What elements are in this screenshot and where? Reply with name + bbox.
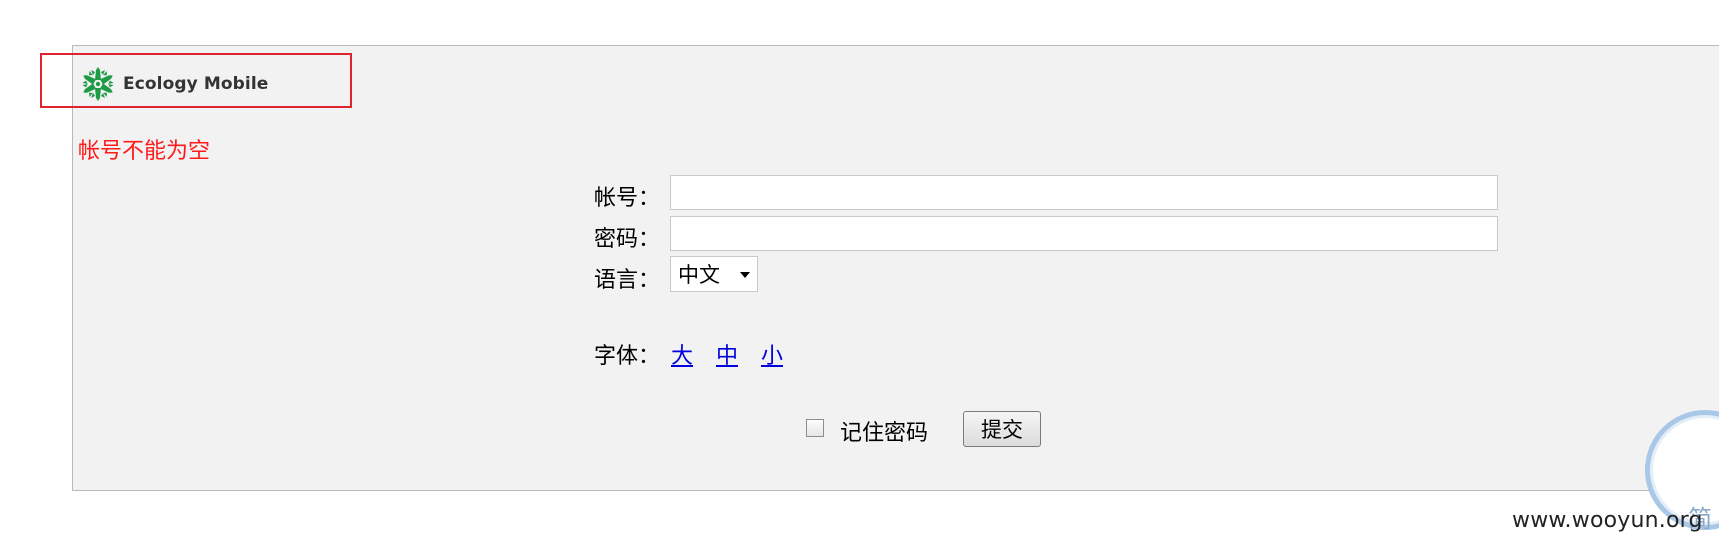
ecology-snowflake-icon xyxy=(80,66,116,102)
font-size-medium-link[interactable]: 中 xyxy=(716,338,738,370)
language-label: 语言： xyxy=(594,268,661,293)
remember-password-checkbox[interactable] xyxy=(806,419,824,437)
language-select[interactable]: 中文 xyxy=(670,256,758,292)
chevron-down-icon xyxy=(740,272,750,278)
submit-button[interactable]: 提交 xyxy=(963,411,1041,447)
language-selected-value: 中文 xyxy=(678,263,720,287)
password-label: 密码： xyxy=(594,227,661,252)
watermark-text: www.wooyun.org xyxy=(1512,508,1703,533)
account-input[interactable] xyxy=(670,175,1498,210)
logo-text: Ecology Mobile xyxy=(123,74,269,94)
font-size-large-link[interactable]: 大 xyxy=(671,338,693,370)
app-logo: Ecology Mobile xyxy=(80,66,268,102)
error-message: 帐号不能为空 xyxy=(78,139,211,164)
account-label: 帐号： xyxy=(594,186,661,211)
remember-password-label[interactable]: 记住密码 xyxy=(840,415,928,447)
password-input[interactable] xyxy=(670,216,1498,251)
font-size-label: 字体： xyxy=(594,344,661,369)
font-size-small-link[interactable]: 小 xyxy=(761,338,783,370)
